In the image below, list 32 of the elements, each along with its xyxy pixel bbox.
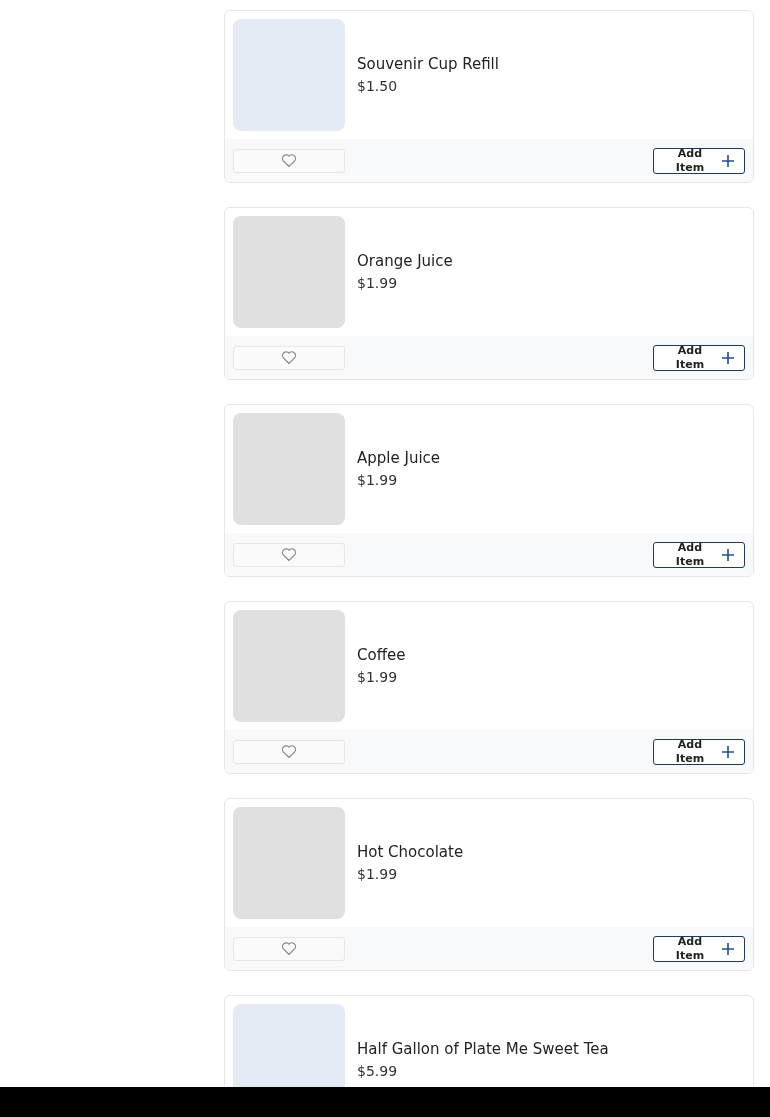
product-price: $1.99: [357, 667, 399, 687]
plus-icon: [722, 351, 734, 364]
favorite-button[interactable]: [233, 542, 345, 567]
product-name: Hot Chocolate: [357, 842, 464, 864]
product-name: Orange Juice: [357, 251, 453, 273]
product-name: Apple Juice: [357, 448, 441, 470]
product-price: $5.99: [357, 1061, 399, 1081]
plus-icon: [722, 942, 734, 955]
favorite-button[interactable]: [233, 936, 345, 961]
heart-icon: [281, 350, 297, 365]
add-item-button[interactable]: Add Item: [653, 344, 745, 371]
add-item-button[interactable]: Add Item: [653, 935, 745, 962]
product-name: Souvenir Cup Refill: [357, 54, 499, 76]
heart-icon: [281, 941, 297, 956]
add-item-button[interactable]: Add Item: [653, 738, 745, 765]
product-price: $1.99: [357, 864, 399, 884]
product-price: $1.50: [357, 76, 399, 96]
product-name: Half Gallon of Plate Me Sweet Tea: [357, 1039, 609, 1061]
add-item-button[interactable]: Add Item: [653, 541, 745, 568]
add-item-button[interactable]: Add Item: [653, 147, 745, 174]
product-price: $1.99: [357, 470, 399, 490]
favorite-button[interactable]: [233, 148, 345, 173]
heart-icon: [281, 744, 297, 759]
plus-icon: [722, 154, 734, 167]
product-name: Coffee: [357, 645, 406, 667]
plus-icon: [722, 745, 734, 758]
favorite-button[interactable]: [233, 739, 345, 764]
product-price: $1.99: [357, 273, 399, 293]
heart-icon: [281, 153, 297, 168]
plus-icon: [722, 548, 734, 561]
heart-icon: [281, 547, 297, 562]
favorite-button[interactable]: [233, 345, 345, 370]
